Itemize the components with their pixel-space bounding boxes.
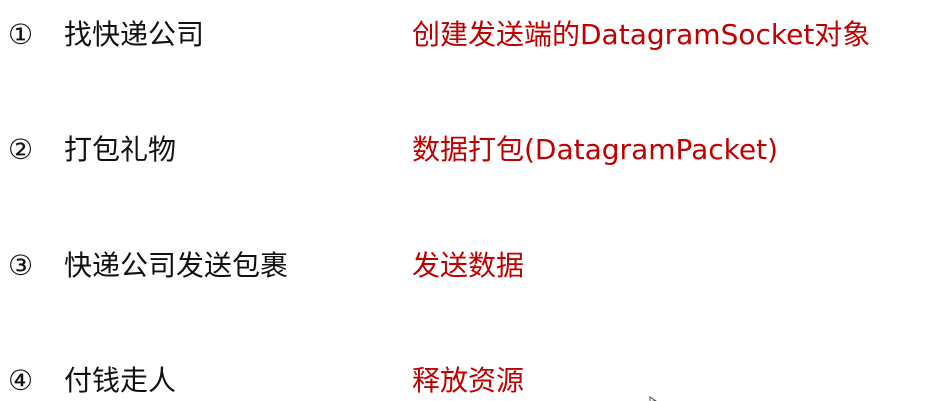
step-row-4: ④ 付钱走人 释放资源 [0, 356, 929, 401]
step-number: ③ [8, 249, 34, 282]
step-action: 数据打包(DatagramPacket) [412, 133, 779, 166]
step-action: 发送数据 [412, 249, 525, 282]
step-number: ① [8, 18, 34, 51]
step-label: 快递公司发送包裹 [64, 249, 289, 282]
step-number: ② [8, 133, 34, 166]
step-row-1: ① 找快递公司 创建发送端的DatagramSocket对象 [0, 10, 929, 60]
step-row-3: ③ 快递公司发送包裹 发送数据 [0, 241, 929, 291]
step-number: ④ [8, 364, 34, 397]
step-action: 释放资源 [412, 364, 525, 397]
step-label: 付钱走人 [64, 364, 177, 397]
step-row-2: ② 打包礼物 数据打包(DatagramPacket) [0, 125, 929, 175]
step-label: 找快递公司 [64, 18, 205, 51]
step-label: 打包礼物 [64, 133, 177, 166]
mouse-cursor-icon [649, 391, 659, 401]
step-action: 创建发送端的DatagramSocket对象 [412, 18, 871, 51]
